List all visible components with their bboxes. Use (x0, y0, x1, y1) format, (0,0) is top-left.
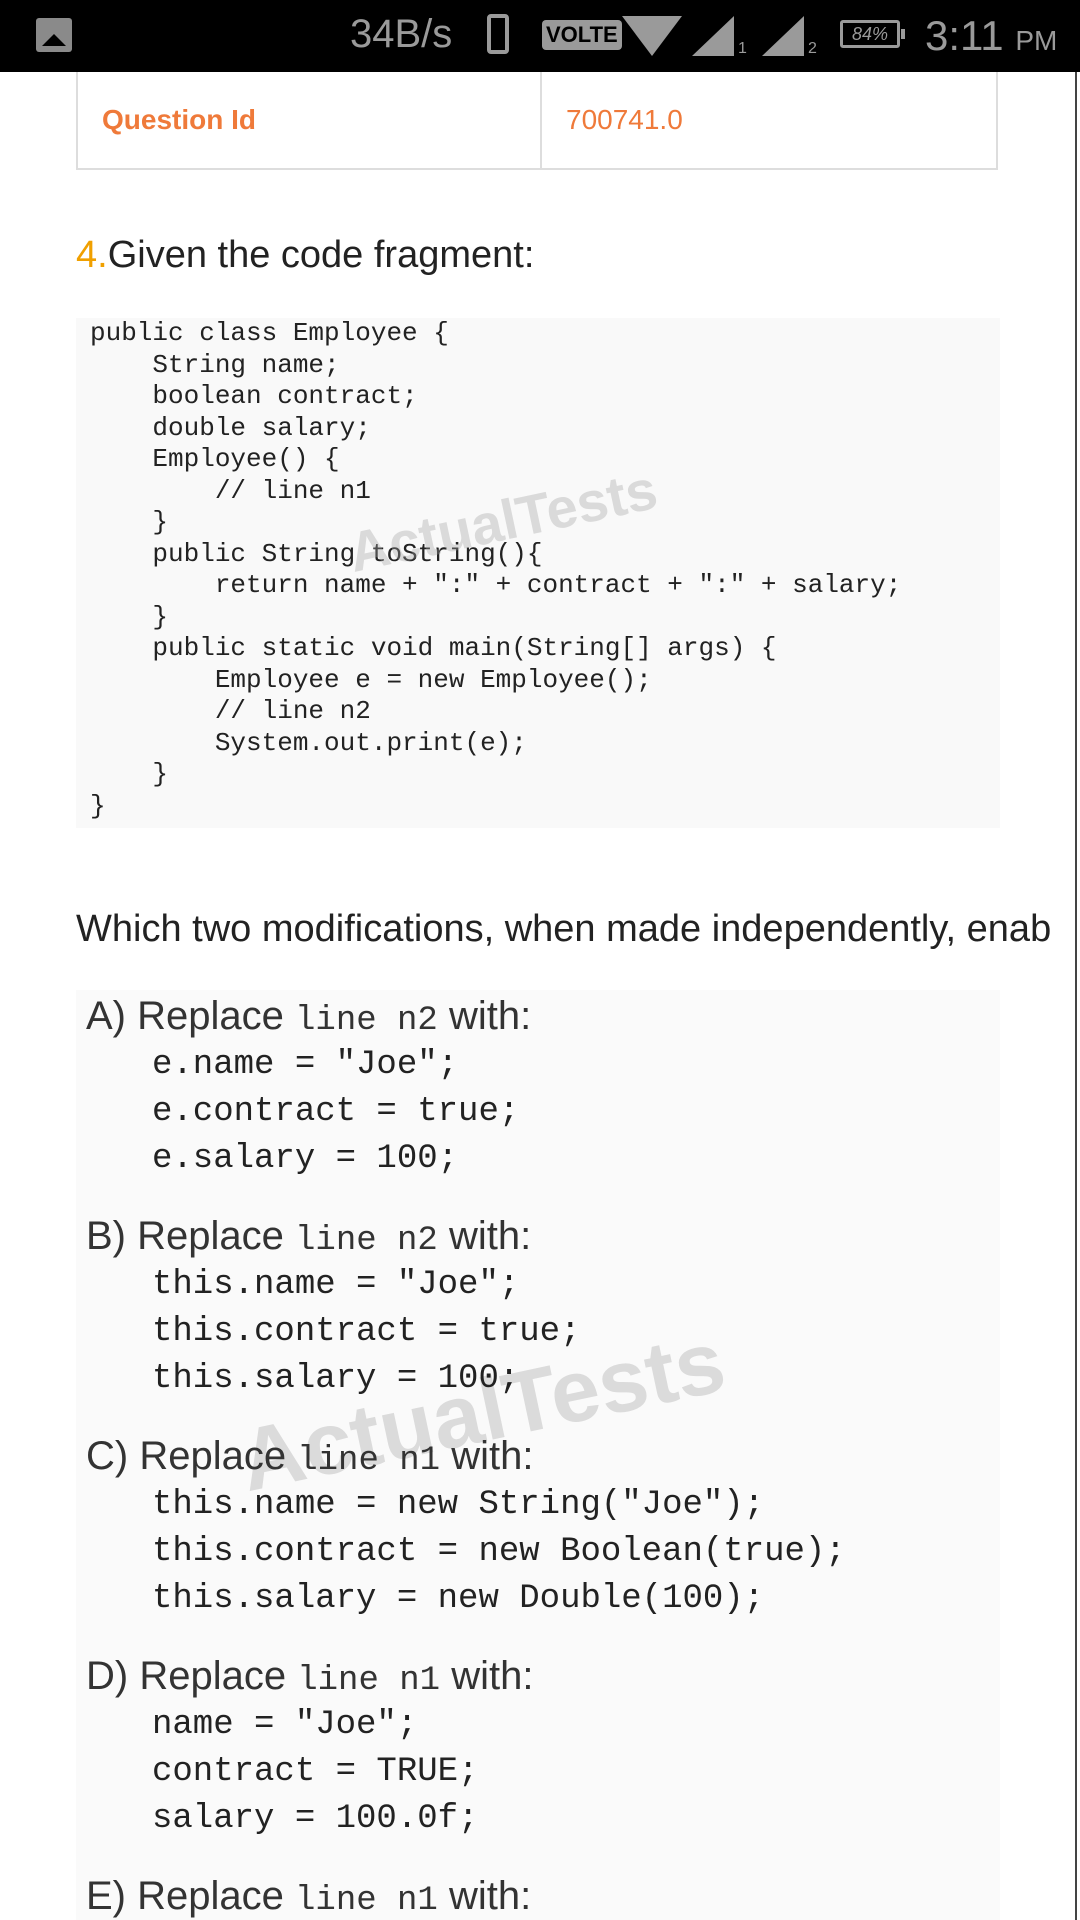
scroll-edge (1075, 72, 1077, 1920)
option-word: Replace (137, 1214, 284, 1258)
option-target: line n2 (295, 1002, 438, 1040)
network-speed: 34B/s (350, 12, 453, 56)
signal-sim1-icon (692, 16, 734, 56)
option-target: line n1 (297, 1662, 441, 1700)
option-word: Replace (139, 1434, 287, 1478)
clock-time: 3:11 (925, 12, 1004, 59)
option-target: line n2 (295, 1222, 438, 1260)
option-a-code: e.name = "Joe"; e.contract = true; e.sal… (152, 1046, 520, 1178)
option-with: with: (451, 1654, 534, 1698)
option-target: line n1 (297, 1442, 441, 1480)
code-text: public class Employee { String name; boo… (90, 318, 902, 821)
option-letter: A) (86, 994, 126, 1038)
option-with: with: (448, 1874, 532, 1918)
option-with: with: (448, 1214, 532, 1258)
answer-options: ActualTests A) Replace line n2 with: e.n… (76, 990, 1000, 1920)
question-heading: 4.Given the code fragment: (76, 234, 534, 277)
battery-icon: 84% (840, 20, 905, 48)
volte-badge: VOLTE (542, 20, 622, 50)
option-word: Replace (137, 994, 284, 1038)
clock-ampm: PM (1015, 25, 1058, 56)
phone-icon (487, 14, 509, 54)
option-with: with: (451, 1434, 534, 1478)
image-notification-icon (36, 18, 72, 52)
option-target: line n1 (295, 1882, 438, 1920)
option-c-code: this.name = new String("Joe"); this.cont… (152, 1486, 846, 1618)
sim1-label: 1 (738, 40, 747, 57)
question-heading-text: Given the code fragment: (107, 234, 535, 276)
code-fragment: public class Employee { String name; boo… (76, 318, 1000, 828)
question-prompt: Which two modifications, when made indep… (76, 908, 1052, 950)
option-with: with: (448, 994, 532, 1038)
question-id-value: 700741.0 (566, 104, 683, 135)
option-b-code: this.name = "Joe"; this.contract = true;… (152, 1266, 581, 1398)
option-d-code: name = "Joe"; contract = TRUE; salary = … (152, 1706, 479, 1838)
question-info-table: Question Id 700741.0 (76, 72, 998, 170)
option-letter: C) (86, 1434, 129, 1478)
option-e-heading: E) Replace line n1 with: (86, 1874, 531, 1920)
option-word: Replace (137, 1874, 284, 1918)
option-a-heading: A) Replace line n2 with: (86, 994, 531, 1040)
wifi-icon (622, 16, 682, 56)
signal-sim2-icon (762, 16, 804, 56)
clock: 3:11 PM (925, 12, 1057, 60)
option-d-heading: D) Replace line n1 with: (86, 1654, 533, 1700)
question-number: 4. (76, 234, 108, 276)
option-c-heading: C) Replace line n1 with: (86, 1434, 533, 1480)
status-bar: 34B/s VOLTE 1 2 84% 3:11 PM (0, 0, 1080, 72)
option-letter: D) (86, 1654, 129, 1698)
sim2-label: 2 (808, 40, 817, 57)
question-id-label: Question Id (78, 72, 542, 168)
option-letter: B) (86, 1214, 126, 1258)
option-letter: E) (86, 1874, 126, 1918)
option-b-heading: B) Replace line n2 with: (86, 1214, 531, 1260)
option-word: Replace (139, 1654, 287, 1698)
